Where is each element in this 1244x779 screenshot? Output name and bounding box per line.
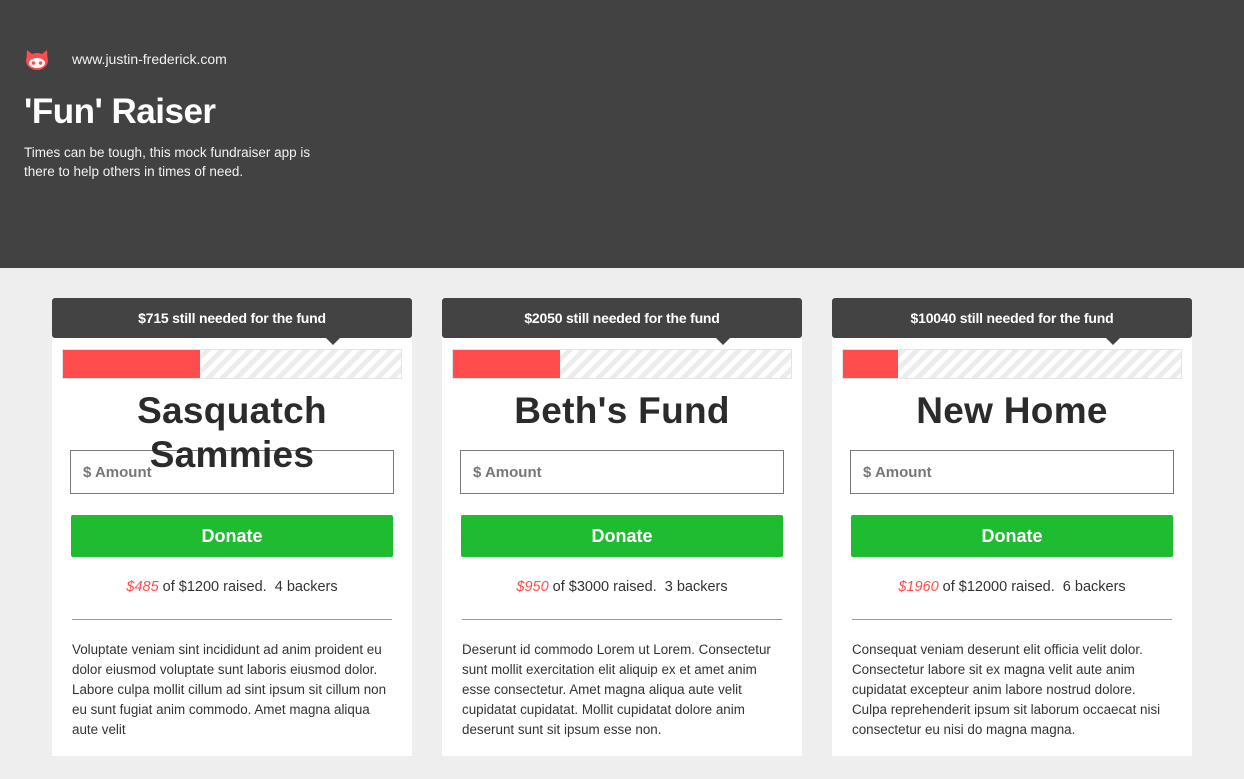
donate-button[interactable]: Donate <box>71 515 393 557</box>
raised-summary: $1960 of $12000 raised. 6 backers <box>832 579 1192 599</box>
goal-text: of $1200 raised. <box>162 579 267 595</box>
page-title: 'Fun' Raiser <box>24 92 216 131</box>
divider <box>852 619 1172 620</box>
backers-count: 3 backers <box>664 579 728 595</box>
amount-input[interactable] <box>460 450 784 494</box>
progress-fill <box>843 350 899 378</box>
raised-summary: $485 of $1200 raised. 4 backers <box>52 579 412 599</box>
progress-bar <box>842 349 1182 379</box>
fund-card: $2050 still needed for the fund Beth's F… <box>442 298 802 756</box>
divider <box>72 619 392 620</box>
backers-count: 6 backers <box>1062 579 1126 595</box>
fund-title: Beth's Fund <box>514 390 730 431</box>
brand: www.justin-frederick.com <box>24 48 227 70</box>
progress-bar <box>62 349 402 379</box>
fund-description: Voluptate veniam sint incididunt ad anim… <box>72 642 387 737</box>
progress-bar <box>452 349 792 379</box>
divider <box>462 619 782 620</box>
raised-amount: $1960 <box>898 579 939 595</box>
progress-fill <box>63 350 200 378</box>
remaining-tooltip: $715 still needed for the fund <box>52 298 412 345</box>
fund-description: Deserunt id commodo Lorem ut Lorem. Cons… <box>462 642 771 737</box>
fund-card: $715 still needed for the fund Sasquatch… <box>52 298 412 756</box>
raised-amount: $485 <box>126 579 159 595</box>
donate-button[interactable]: Donate <box>851 515 1173 557</box>
fund-cards: $715 still needed for the fund Sasquatch… <box>52 298 1192 756</box>
backers-count: 4 backers <box>274 579 338 595</box>
raised-summary: $950 of $3000 raised. 3 backers <box>442 579 802 599</box>
progress-fill <box>453 350 561 378</box>
goal-text: of $12000 raised. <box>942 579 1055 595</box>
site-url-link[interactable]: www.justin-frederick.com <box>72 51 227 67</box>
remaining-tooltip: $2050 still needed for the fund <box>442 298 802 345</box>
fund-title: Sasquatch Sammies <box>137 390 327 475</box>
amount-input[interactable] <box>850 450 1174 494</box>
page-header: www.justin-frederick.com 'Fun' Raiser Ti… <box>0 0 1244 268</box>
donate-button[interactable]: Donate <box>461 515 783 557</box>
goal-text: of $3000 raised. <box>552 579 657 595</box>
fund-title: New Home <box>916 390 1108 431</box>
tagline: Times can be tough, this mock fundraiser… <box>24 145 311 179</box>
raised-amount: $950 <box>516 579 549 595</box>
fund-description: Consequat veniam deserunt elit officia v… <box>852 642 1161 737</box>
fund-card: $10040 still needed for the fund New Hom… <box>832 298 1192 756</box>
octocat-icon[interactable] <box>24 48 50 70</box>
remaining-tooltip: $10040 still needed for the fund <box>832 298 1192 345</box>
